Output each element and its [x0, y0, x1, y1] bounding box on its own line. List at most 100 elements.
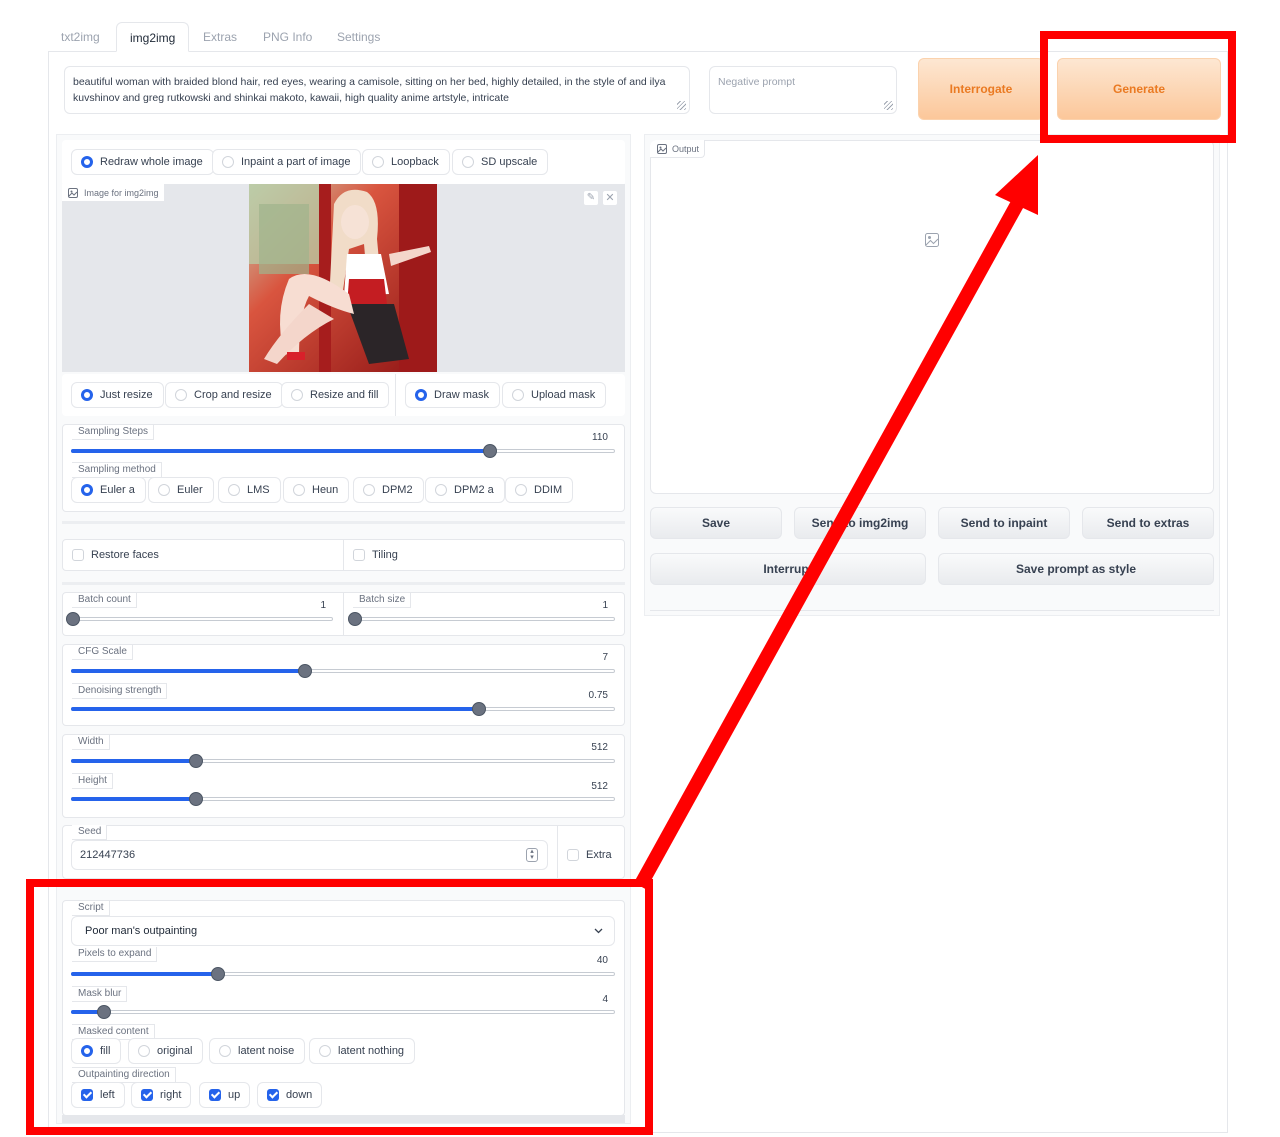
- radio-label: Just resize: [100, 389, 153, 401]
- slider-handle[interactable]: [472, 702, 486, 716]
- tab-extras[interactable]: Extras: [190, 22, 250, 52]
- radio-loopback[interactable]: Loopback: [362, 149, 450, 175]
- radio-label: Euler: [177, 484, 203, 496]
- restore-faces-checkbox[interactable]: Restore faces: [72, 549, 159, 561]
- interrogate-button[interactable]: Interrogate: [918, 58, 1044, 120]
- slider-handle[interactable]: [297, 664, 312, 678]
- batch-size-value[interactable]: 1: [578, 600, 608, 611]
- group-divider: [343, 592, 344, 636]
- checkbox-icon: [353, 549, 365, 561]
- section-divider: [62, 582, 625, 585]
- slider-handle[interactable]: [189, 792, 204, 806]
- slider-fill: [71, 669, 305, 673]
- seed-input[interactable]: 212447736 ▴ ▾: [71, 840, 548, 870]
- radio-label: Resize and fill: [310, 389, 379, 401]
- slider-handle[interactable]: [189, 754, 204, 768]
- output-divider: [650, 610, 1214, 611]
- cfg-scale-value[interactable]: 7: [570, 652, 608, 663]
- interrupt-button[interactable]: Interrupt: [650, 553, 926, 585]
- slider-handle[interactable]: [348, 612, 362, 626]
- image-icon: [657, 144, 667, 154]
- send-to-extras-button[interactable]: Send to extras: [1082, 507, 1214, 539]
- send-to-img2img-button[interactable]: Send to img2img: [794, 507, 926, 539]
- radio-label: Inpaint a part of image: [241, 156, 351, 168]
- radio-selected-icon: [81, 484, 93, 496]
- radio-euler-a[interactable]: Euler a: [71, 477, 146, 503]
- slider-handle[interactable]: [482, 444, 497, 458]
- output-image-area: [650, 140, 1214, 494]
- radio-resize-and-fill[interactable]: Resize and fill: [281, 382, 390, 408]
- radio-icon: [175, 389, 187, 401]
- radio-lms[interactable]: LMS: [218, 477, 281, 503]
- radio-dpm2-a[interactable]: DPM2 a: [425, 477, 505, 503]
- radio-icon: [462, 156, 474, 168]
- radio-label: Euler a: [100, 484, 135, 496]
- image-placeholder-icon: [925, 233, 939, 247]
- extra-checkbox[interactable]: Extra: [567, 849, 612, 861]
- radio-draw-mask[interactable]: Draw mask: [405, 382, 501, 408]
- radio-icon: [228, 484, 240, 496]
- batch-count-value[interactable]: 1: [296, 600, 326, 611]
- slider-track[interactable]: [353, 617, 615, 621]
- spinner-icon[interactable]: ▴ ▾: [526, 848, 538, 862]
- tab-settings[interactable]: Settings: [324, 22, 393, 52]
- radio-upload-mask[interactable]: Upload mask: [502, 382, 607, 408]
- radio-icon: [158, 484, 170, 496]
- slider-fill: [71, 797, 197, 801]
- edit-icon[interactable]: ✎: [583, 190, 599, 206]
- width-value[interactable]: 512: [560, 742, 608, 753]
- send-to-inpaint-button[interactable]: Send to inpaint: [938, 507, 1070, 539]
- sampling-steps-value[interactable]: 110: [560, 432, 608, 443]
- radio-label: Heun: [312, 484, 339, 496]
- radio-icon: [293, 484, 305, 496]
- radio-label: Upload mask: [531, 389, 596, 401]
- cfg-scale-label: CFG Scale: [72, 645, 133, 660]
- radio-label: Crop and resize: [194, 389, 272, 401]
- radio-euler[interactable]: Euler: [148, 477, 214, 503]
- radio-inpaint[interactable]: Inpaint a part of image: [212, 149, 362, 175]
- image-icon: [68, 188, 78, 198]
- prompt-text: beautiful woman with braided blond hair,…: [73, 76, 666, 104]
- prompt-textarea[interactable]: beautiful woman with braided blond hair,…: [64, 66, 690, 114]
- radio-ddim[interactable]: DDIM: [505, 477, 574, 503]
- tab-txt2img[interactable]: txt2img: [48, 22, 113, 52]
- size-block: [62, 734, 625, 818]
- slider-fill: [71, 759, 197, 763]
- denoising-strength-value[interactable]: 0.75: [560, 690, 608, 701]
- group-divider: [395, 374, 396, 416]
- save-prompt-as-style-button[interactable]: Save prompt as style: [938, 553, 1214, 585]
- tab-png-info[interactable]: PNG Info: [250, 22, 325, 52]
- slider-fill: [71, 707, 479, 711]
- seed-label: Seed: [72, 825, 108, 840]
- radio-dpm2[interactable]: DPM2: [353, 477, 424, 503]
- save-button[interactable]: Save: [650, 507, 782, 539]
- tab-img2img[interactable]: img2img: [116, 22, 190, 52]
- close-icon[interactable]: ✕: [602, 190, 618, 206]
- resize-grip-icon[interactable]: [884, 101, 893, 110]
- height-value[interactable]: 512: [560, 781, 608, 792]
- extra-label: Extra: [586, 849, 612, 861]
- radio-sd-upscale[interactable]: SD upscale: [452, 149, 549, 175]
- resize-grip-icon[interactable]: [677, 101, 686, 110]
- radio-just-resize[interactable]: Just resize: [71, 382, 164, 408]
- radio-icon: [222, 156, 234, 168]
- radio-label: Draw mask: [434, 389, 490, 401]
- highlight-script-box: [26, 879, 653, 1135]
- seed-value: 212447736: [80, 849, 136, 861]
- negative-prompt-textarea[interactable]: Negative prompt: [709, 66, 897, 114]
- radio-label: DPM2 a: [454, 484, 494, 496]
- checkbox-icon: [72, 549, 84, 561]
- radio-icon: [363, 484, 375, 496]
- slider-track[interactable]: [71, 617, 333, 621]
- radio-redraw-whole-image[interactable]: Redraw whole image: [71, 149, 214, 175]
- batch-count-label: Batch count: [72, 593, 137, 608]
- radio-label: SD upscale: [481, 156, 538, 168]
- tiling-checkbox[interactable]: Tiling: [353, 549, 398, 561]
- radio-icon: [291, 389, 303, 401]
- slider-handle[interactable]: [66, 612, 80, 626]
- radio-heun[interactable]: Heun: [283, 477, 350, 503]
- radio-crop-and-resize[interactable]: Crop and resize: [165, 382, 283, 408]
- radio-selected-icon: [81, 156, 93, 168]
- group-divider: [557, 825, 558, 879]
- group-divider: [343, 539, 344, 571]
